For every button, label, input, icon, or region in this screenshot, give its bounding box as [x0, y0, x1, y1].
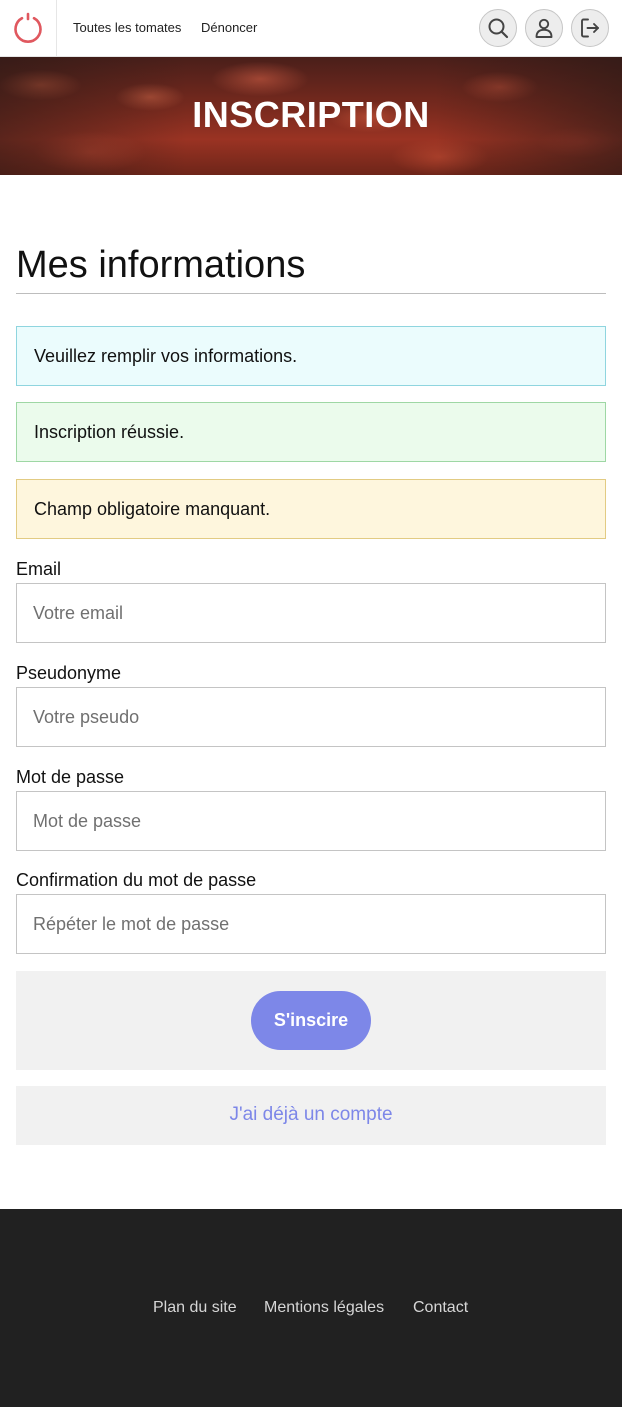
pseudo-field[interactable]: [16, 687, 606, 747]
pseudo-label: Pseudonyme: [16, 663, 122, 683]
password-field[interactable]: [16, 791, 606, 851]
search-icon: [488, 18, 509, 39]
login-panel: J'ai déjà un compte: [16, 1086, 606, 1145]
account-button[interactable]: [525, 9, 563, 47]
info-alert: Veuillez remplir vos informations.: [16, 326, 606, 386]
have-account-link[interactable]: J'ai déjà un compte: [229, 1104, 392, 1125]
nav-link-all-tomatoes[interactable]: Toutes les tomates: [73, 20, 181, 36]
footer-link-contact[interactable]: Contact: [413, 1298, 468, 1318]
logout-button[interactable]: [571, 9, 609, 47]
section-title: Mes informations: [16, 244, 306, 286]
search-button[interactable]: [479, 9, 517, 47]
nav-link-report[interactable]: Dénoncer: [201, 20, 257, 36]
warning-alert: Champ obligatoire manquant.: [16, 479, 606, 539]
email-field[interactable]: [16, 583, 606, 643]
section-divider: [16, 293, 606, 294]
hero-banner: INSCRIPTION: [0, 57, 622, 175]
success-alert: Inscription réussie.: [16, 402, 606, 462]
page-title: INSCRIPTION: [192, 94, 430, 135]
logout-icon: [581, 18, 599, 38]
confirm-password-field[interactable]: [16, 894, 606, 954]
home-logo-link[interactable]: [0, 0, 57, 56]
top-navbar: Toutes les tomates Dénoncer: [0, 0, 622, 57]
confirm-password-label: Confirmation du mot de passe: [16, 870, 257, 890]
register-button[interactable]: S'inscire: [251, 991, 371, 1050]
site-footer: Plan du site Mentions légales Contact: [0, 1209, 622, 1407]
power-ring-icon: [14, 12, 42, 43]
footer-link-sitemap[interactable]: Plan du site: [153, 1298, 237, 1318]
password-label: Mot de passe: [16, 767, 125, 787]
footer-link-legal[interactable]: Mentions légales: [264, 1298, 384, 1318]
user-icon: [535, 18, 553, 38]
submit-panel: S'inscire: [16, 971, 606, 1070]
email-label: Email: [16, 559, 62, 579]
